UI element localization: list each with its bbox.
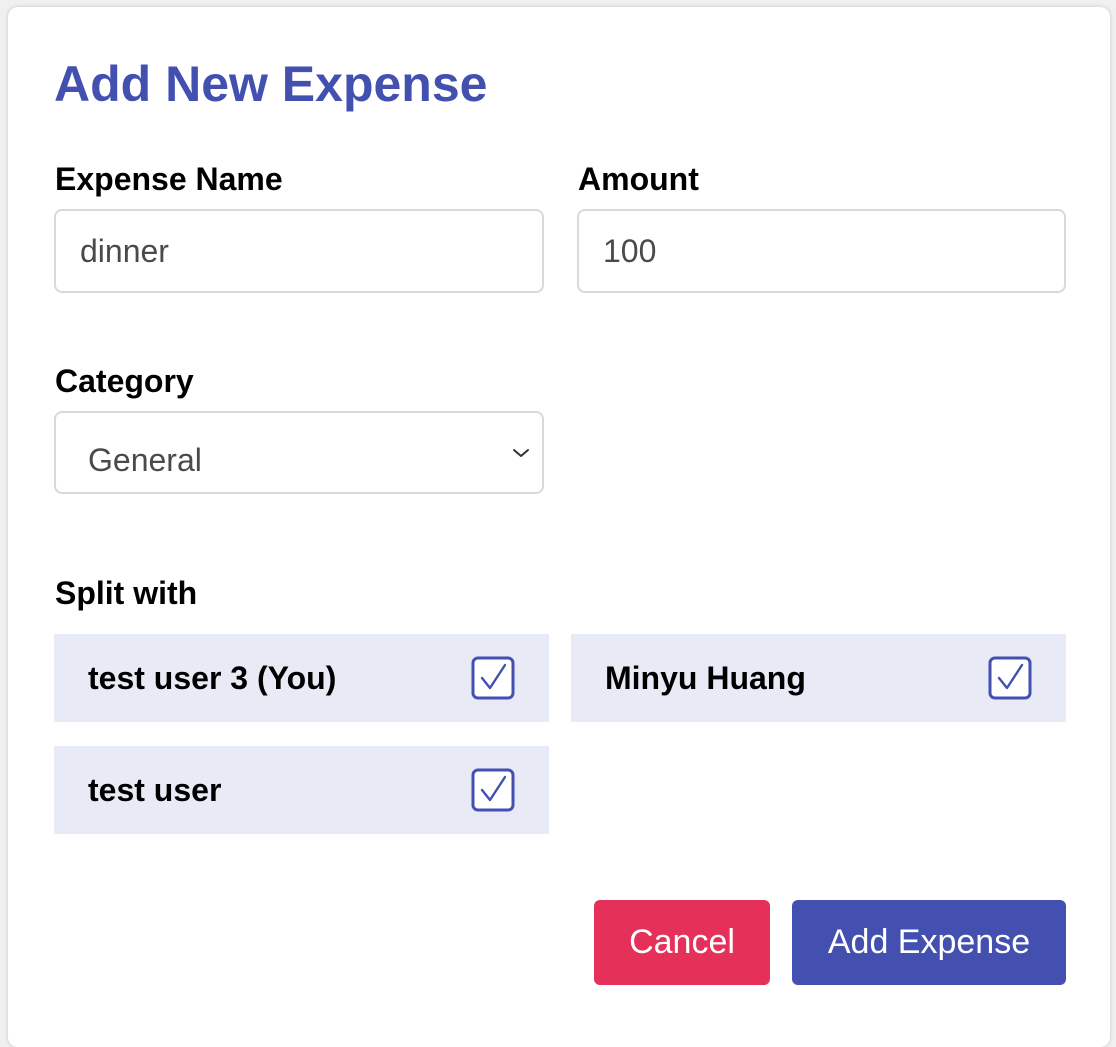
category-select[interactable]: General	[54, 411, 544, 494]
split-member-item[interactable]: test user 3 (You)	[54, 634, 549, 722]
modal-title: Add New Expense	[54, 56, 488, 112]
category-label: Category	[55, 363, 194, 399]
expense-name-input[interactable]	[54, 209, 544, 293]
split-member-item[interactable]: Minyu Huang	[571, 634, 1066, 722]
amount-input[interactable]	[577, 209, 1066, 293]
expense-name-label: Expense Name	[55, 161, 283, 197]
add-expense-button[interactable]: Add Expense	[792, 900, 1066, 985]
category-selected-value: General	[88, 442, 202, 478]
cancel-button[interactable]: Cancel	[594, 900, 770, 985]
checkbox-checked-icon[interactable]	[471, 768, 515, 812]
amount-label: Amount	[578, 161, 699, 197]
checkbox-checked-icon[interactable]	[988, 656, 1032, 700]
checkbox-checked-icon[interactable]	[471, 656, 515, 700]
split-member-name: test user 3 (You)	[88, 660, 337, 696]
split-with-label: Split with	[55, 575, 198, 611]
split-member-item[interactable]: test user	[54, 746, 549, 834]
split-member-name: Minyu Huang	[605, 660, 806, 696]
split-member-name: test user	[88, 772, 222, 808]
chevron-down-icon	[513, 449, 529, 457]
